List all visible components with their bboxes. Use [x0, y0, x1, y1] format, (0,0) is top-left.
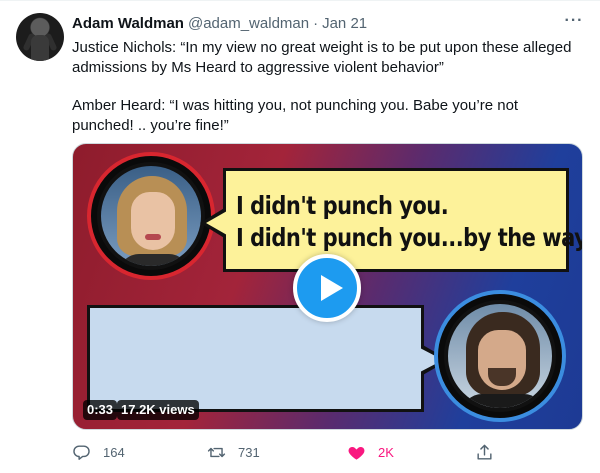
author-handle[interactable]: @adam_waldman	[188, 15, 309, 32]
author-name[interactable]: Adam Waldman	[72, 15, 184, 32]
speech-bubble-blue	[87, 305, 449, 412]
share-icon	[477, 444, 492, 460]
retweet-count: 731	[238, 444, 260, 460]
reply-button[interactable]: 164	[72, 438, 125, 466]
portrait-man	[434, 290, 566, 422]
reply-icon	[73, 444, 90, 460]
more-options-icon[interactable]: ···	[564, 13, 584, 33]
tweet-text: Justice Nichols: “In my view no great we…	[72, 38, 572, 135]
portrait-photo	[444, 300, 556, 412]
video-views-badge: 17.2K views	[117, 400, 199, 420]
portrait-clothing	[119, 254, 189, 266]
portrait-woman	[87, 152, 215, 280]
retweet-icon	[207, 447, 226, 457]
speech-bubble-line: I didn't punch you...by the way...	[236, 223, 583, 252]
avatar[interactable]	[16, 13, 64, 61]
speech-bubble-line: I didn't punch you.	[236, 191, 449, 220]
speech-bubble-yellow: I didn't punch you. I didn't punch you..…	[200, 168, 582, 272]
reply-count: 164	[103, 444, 125, 460]
tweet[interactable]: Adam Waldman @adam_waldman · Jan 21 ··· …	[0, 0, 600, 473]
separator-dot: ·	[313, 14, 319, 32]
portrait-face	[131, 192, 175, 250]
video-player[interactable]: I didn't punch you. I didn't punch you..…	[72, 143, 583, 430]
portrait-photo	[97, 162, 205, 270]
play-icon	[321, 275, 343, 301]
share-button[interactable]	[475, 438, 494, 466]
tweet-date[interactable]: Jan 21	[322, 15, 367, 32]
tweet-header: Adam Waldman @adam_waldman · Jan 21	[72, 13, 367, 33]
tweet-paragraph: Amber Heard: “I was hitting you, not pun…	[72, 97, 523, 134]
portrait-lips	[145, 234, 161, 240]
speech-bubble-tail	[206, 211, 227, 235]
heart-icon	[348, 446, 365, 460]
like-count: 2K	[378, 444, 394, 460]
tweet-paragraph: Justice Nichols: “In my view no great we…	[72, 39, 576, 76]
tweet-actions: 164 731 2K	[72, 438, 502, 466]
play-button[interactable]	[293, 254, 361, 322]
video-duration-badge: 0:33	[83, 400, 118, 420]
retweet-button[interactable]: 731	[207, 438, 260, 466]
like-button[interactable]: 2K	[347, 438, 394, 466]
avatar-figure	[31, 35, 49, 61]
portrait-clothing	[462, 394, 544, 408]
